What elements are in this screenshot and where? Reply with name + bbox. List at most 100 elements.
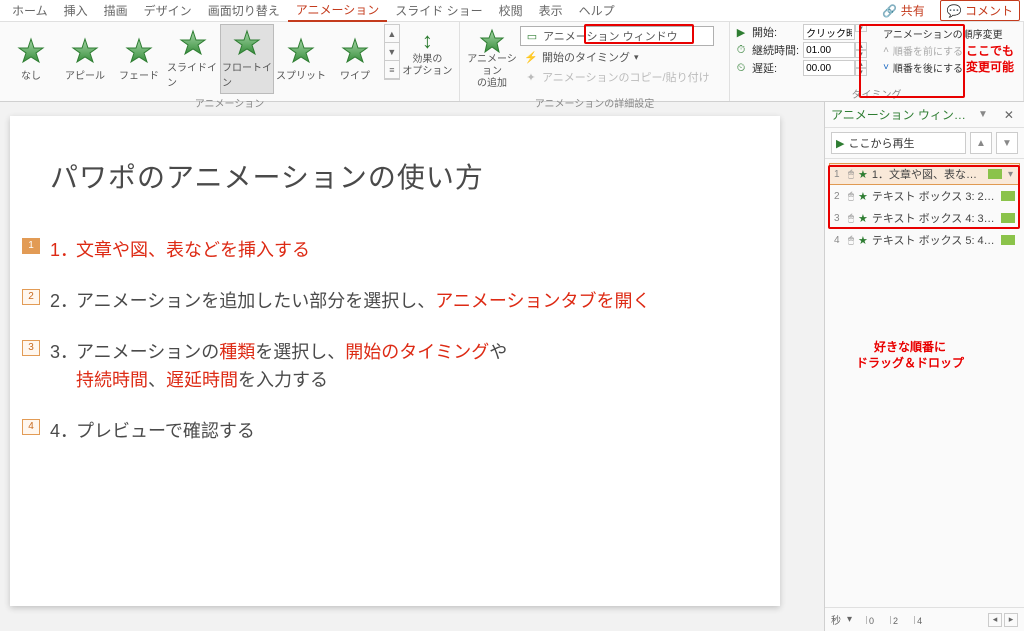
- group-label-timing: タイミング: [734, 85, 1019, 101]
- anim-split[interactable]: スプリット: [274, 33, 328, 86]
- start-icon: ▶: [734, 26, 748, 39]
- play-icon: ▶: [836, 137, 844, 150]
- chevron-up-icon: ˄: [883, 45, 889, 56]
- duration-bar: [1001, 213, 1015, 223]
- item-dropdown[interactable]: ▾: [1006, 169, 1015, 180]
- anim-slidein[interactable]: スライドイン: [166, 25, 220, 93]
- tab-view[interactable]: 表示: [531, 0, 571, 21]
- add-animation-button[interactable]: アニメーション の追加: [464, 24, 520, 94]
- delay-icon: ⏲: [734, 62, 748, 75]
- animation-painter-button: ✦ アニメーションのコピー/貼り付け: [520, 68, 714, 86]
- anim-wipe[interactable]: ワイプ: [328, 33, 382, 86]
- anim-none[interactable]: なし: [4, 33, 58, 86]
- bullet-2[interactable]: 2 2． アニメーションを追加したい部分を選択し、アニメーションタブを開く: [50, 287, 740, 316]
- animation-pane: アニメーション ウィン… ▼ ✕ ▶ ここから再生 ▲ ▼ 1🖱★1．文章や図、…: [824, 102, 1024, 631]
- chevron-down-icon: ˅: [883, 62, 889, 73]
- tab-home[interactable]: ホーム: [4, 0, 56, 21]
- star-icon: [233, 29, 261, 57]
- duration-icon: ⏱: [734, 44, 748, 57]
- anim-tag-2[interactable]: 2: [22, 289, 40, 305]
- star-icon: [17, 37, 45, 65]
- pane-item-3[interactable]: 3🖱★テキスト ボックス 4: 3…: [829, 207, 1020, 229]
- tab-animation[interactable]: アニメーション: [288, 0, 388, 22]
- tab-help[interactable]: ヘルプ: [571, 0, 623, 21]
- pane-footer: 秒▾ 0 2 4 ◂ ▸: [825, 607, 1024, 631]
- mouse-icon: 🖱: [848, 169, 854, 180]
- ribbon: なしアピールフェードスライドインフロートインスプリットワイプ ▲ ▼ ≡ ↕ 効…: [0, 22, 1024, 102]
- painter-icon: ✦: [524, 70, 538, 84]
- pane-move-up[interactable]: ▲: [970, 132, 992, 154]
- start-label: 開始:: [752, 24, 799, 40]
- gallery-down-icon[interactable]: ▼: [385, 43, 399, 61]
- slide-title: パワポのアニメーションの使い方: [50, 156, 740, 196]
- group-animation: なしアピールフェードスライドインフロートインスプリットワイプ ▲ ▼ ≡ ↕ 効…: [0, 22, 460, 101]
- anim-tag-3[interactable]: 3: [22, 340, 40, 356]
- annotation-pane: 好きな順番に ドラッグ＆ドロップ: [856, 340, 964, 371]
- menu-tabs: ホーム 挿入 描画 デザイン 画面切り替え アニメーション スライド ショー 校…: [0, 0, 1024, 22]
- delay-input[interactable]: [803, 60, 855, 76]
- gallery-up-icon[interactable]: ▲: [385, 25, 399, 43]
- mouse-icon: 🖱: [848, 213, 854, 224]
- play-from-button[interactable]: ▶ ここから再生: [831, 132, 966, 154]
- reorder-header: アニメーションの順序変更: [883, 26, 1003, 41]
- pane-dropdown-icon[interactable]: ▼: [978, 109, 988, 120]
- pane-item-4[interactable]: 4🖱★テキスト ボックス 5: 4…: [829, 229, 1020, 251]
- tab-transition[interactable]: 画面切り替え: [200, 0, 288, 21]
- group-label-advanced: アニメーションの詳細設定: [464, 94, 725, 110]
- tab-slideshow[interactable]: スライド ショー: [387, 0, 490, 21]
- mouse-icon: 🖱: [848, 235, 854, 246]
- star-icon: ★: [858, 190, 868, 203]
- slide-canvas[interactable]: パワポのアニメーションの使い方 1 1． 文章や図、表などを挿入する 2 2． …: [0, 102, 824, 631]
- duration-bar: [988, 169, 1002, 179]
- animation-pane-button[interactable]: ▭ アニメーション ウィンドウ: [520, 26, 714, 46]
- gallery-more-icon[interactable]: ≡: [385, 61, 399, 79]
- bullet-3[interactable]: 3 3． アニメーションの種類を選択し、開始のタイミングや 持続時間、遅延時間を…: [50, 338, 740, 396]
- pane-title: アニメーション ウィン…: [831, 106, 966, 123]
- add-animation-icon: [479, 28, 505, 54]
- bullet-4[interactable]: 4 4． プレビューで確認する: [50, 417, 740, 446]
- group-advanced: アニメーション の追加 ▭ アニメーション ウィンドウ ⚡ 開始のタイミング ▾…: [460, 22, 730, 101]
- duration-bar: [1001, 235, 1015, 245]
- duration-input[interactable]: [803, 42, 855, 58]
- star-icon: [287, 37, 315, 65]
- tab-draw[interactable]: 描画: [96, 0, 136, 21]
- effect-options-button[interactable]: ↕ 効果の オプション: [400, 24, 455, 82]
- pane-item-1[interactable]: 1🖱★1．文章や図、表など…▾: [829, 163, 1020, 185]
- group-label-animation: アニメーション: [4, 94, 455, 110]
- start-select[interactable]: [803, 24, 855, 40]
- tab-review[interactable]: 校閲: [491, 0, 531, 21]
- pane-item-2[interactable]: 2🖱★テキスト ボックス 3: 2…: [829, 185, 1020, 207]
- timeline-prev[interactable]: ◂: [988, 613, 1002, 627]
- bullet-1[interactable]: 1 1． 文章や図、表などを挿入する: [50, 236, 740, 265]
- star-icon: [179, 29, 207, 57]
- pane-move-down[interactable]: ▼: [996, 132, 1018, 154]
- annotation-top: ここでも 変更可能: [966, 44, 1014, 75]
- anim-tag-4[interactable]: 4: [22, 419, 40, 435]
- star-icon: ★: [858, 234, 868, 247]
- anim-floatin[interactable]: フロートイン: [220, 24, 274, 94]
- star-icon: [71, 37, 99, 65]
- pane-timeline: 0 2 4: [858, 616, 982, 624]
- star-icon: [341, 37, 369, 65]
- duration-bar: [1001, 191, 1015, 201]
- duration-label: 継続時間:: [752, 42, 799, 58]
- star-icon: ★: [858, 212, 868, 225]
- timeline-next[interactable]: ▸: [1004, 613, 1018, 627]
- comment-button[interactable]: 💬 コメント: [940, 0, 1020, 21]
- star-icon: ★: [858, 168, 868, 181]
- share-button[interactable]: 🔗 共有: [875, 0, 931, 21]
- tab-insert[interactable]: 挿入: [56, 0, 96, 21]
- anim-tag-1[interactable]: 1: [22, 238, 40, 254]
- anim-appear[interactable]: アピール: [58, 33, 112, 86]
- slide: パワポのアニメーションの使い方 1 1． 文章や図、表などを挿入する 2 2． …: [10, 116, 780, 606]
- mouse-icon: 🖱: [848, 191, 854, 202]
- gallery-scroll[interactable]: ▲ ▼ ≡: [384, 24, 400, 80]
- pane-icon: ▭: [525, 29, 539, 43]
- trigger-button[interactable]: ⚡ 開始のタイミング ▾: [520, 48, 714, 66]
- pane-list: 1🖱★1．文章や図、表など…▾2🖱★テキスト ボックス 3: 2…3🖱★テキスト…: [825, 159, 1024, 255]
- pane-close-button[interactable]: ✕: [1000, 108, 1018, 122]
- anim-fade[interactable]: フェード: [112, 33, 166, 86]
- tab-design[interactable]: デザイン: [136, 0, 200, 21]
- star-icon: [125, 37, 153, 65]
- trigger-icon: ⚡: [524, 50, 538, 64]
